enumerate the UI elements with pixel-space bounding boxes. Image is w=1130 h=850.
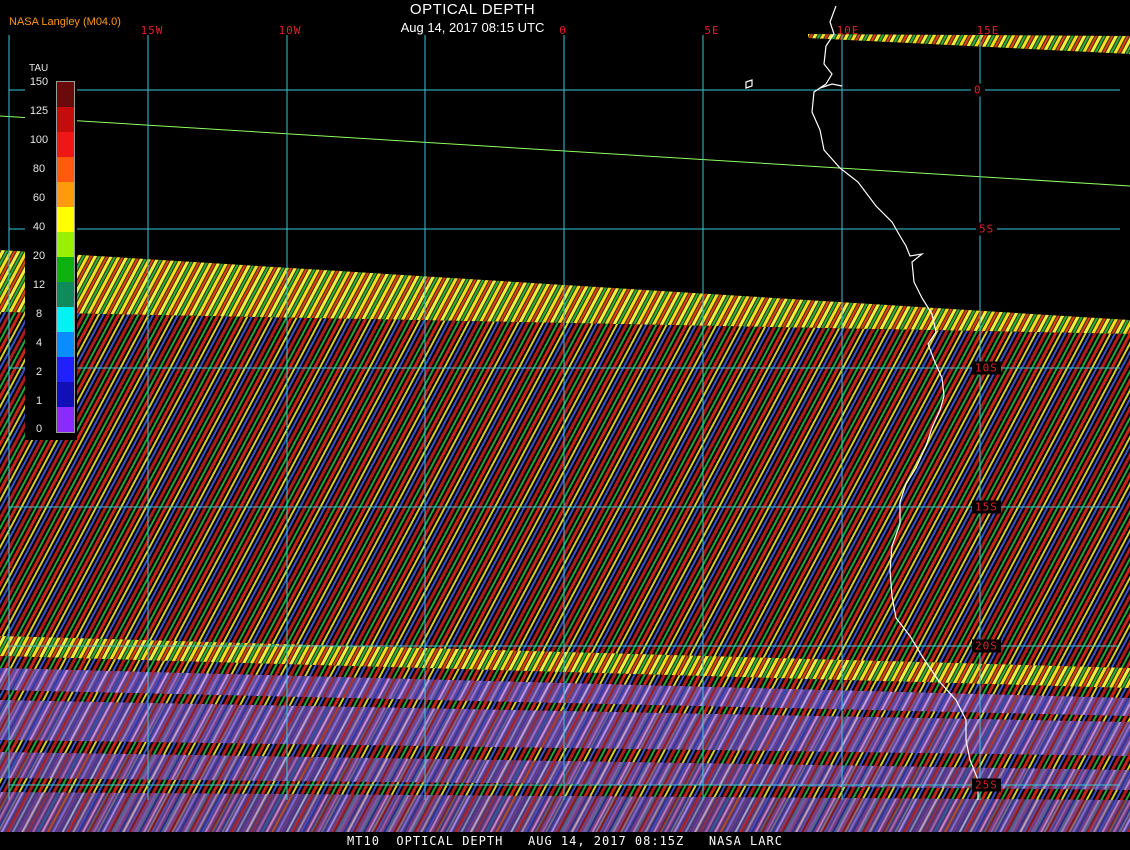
legend-tick-8: 8 xyxy=(35,308,43,320)
legend-tick-20: 20 xyxy=(32,250,46,262)
legend-tick-150: 150 xyxy=(29,76,49,88)
page-title: OPTICAL DEPTH xyxy=(409,1,536,18)
legend-unit-label: TAU xyxy=(29,63,49,74)
lat-label-25s: 25S xyxy=(972,778,1001,792)
credit-label: NASA Langley (M04.0) xyxy=(9,16,121,28)
legend-tick-4: 4 xyxy=(35,337,43,349)
lon-label-15w: 15W xyxy=(140,24,164,37)
legend-tick-2: 2 xyxy=(35,366,43,378)
lat-label-5s: 5S xyxy=(976,222,998,236)
lat-label-20s: 20S xyxy=(972,639,1001,653)
legend-tick-12: 12 xyxy=(32,279,46,291)
lon-label-15e: 15E xyxy=(976,24,1000,37)
lat-label-10s: 10S xyxy=(972,361,1001,375)
lon-label-10w: 10W xyxy=(278,24,302,37)
legend-tick-1: 1 xyxy=(35,395,43,407)
color-legend: TAU 150 125 100 80 60 40 20 12 8 4 2 1 0 xyxy=(25,60,77,440)
legend-tick-125: 125 xyxy=(29,105,49,117)
lat-label-15s: 15S xyxy=(972,500,1001,514)
legend-frame xyxy=(56,81,75,433)
legend-tick-40: 40 xyxy=(32,221,46,233)
legend-tick-100: 100 xyxy=(29,134,49,146)
lat-label-0: 0 xyxy=(971,83,985,97)
footer-caption: MT10 OPTICAL DEPTH AUG 14, 2017 08:15Z N… xyxy=(0,832,1130,850)
legend-tick-60: 60 xyxy=(32,192,46,204)
satellite-map xyxy=(0,0,1130,850)
lon-label-0: 0 xyxy=(559,24,567,37)
lon-label-5e: 5E xyxy=(704,24,720,37)
legend-tick-0: 0 xyxy=(35,423,43,435)
legend-tick-80: 80 xyxy=(32,163,46,175)
swath-main xyxy=(0,312,1130,680)
lon-label-10e: 10E xyxy=(836,24,860,37)
